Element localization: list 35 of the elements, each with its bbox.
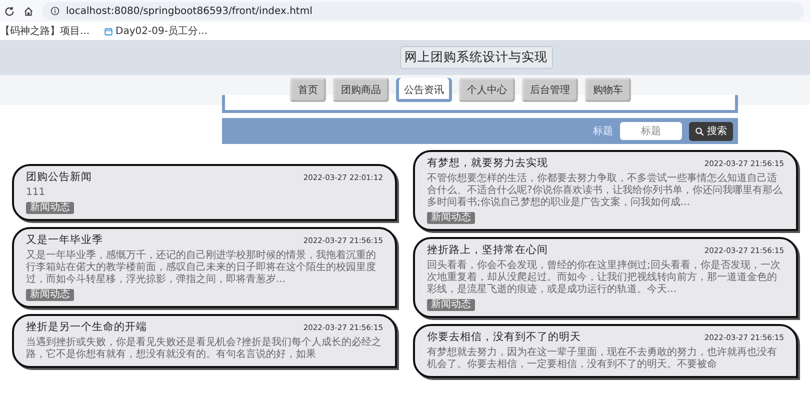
nav-tab[interactable]: 个人中心 (459, 78, 515, 102)
nav-tab[interactable]: 后台管理 (522, 78, 578, 102)
category-tag: 新闻动态 (26, 289, 74, 301)
news-title: 又是一年毕业季 (26, 233, 103, 247)
news-title: 有梦想，就要努力去实现 (427, 156, 548, 170)
news-summary: 又是一年毕业季，感慨万千，还记的自己刚进学校那时候的情景，我拖着沉重的行李箱站在偌大的教学楼前面，感叹自己未来的日子即将在这个陌生的校园里度过，而如今斗转星移，浮光掠影，弹指之间，即将青葱岁... (26, 250, 377, 286)
nav-tab[interactable]: 购物车 (585, 78, 631, 102)
bookmark[interactable]: Day02-09-员工分... (104, 24, 208, 38)
calendar-icon (104, 26, 113, 36)
site-title: 网上团购系统设计与实现 (400, 46, 552, 69)
info-icon[interactable] (50, 6, 60, 16)
news-summary: 有梦想就去努力，因为在这一辈子里面，现在不去勇敢的努力，也许就再也没有机会了。你要去相信，一定要相信，没有到不了的明天。不要被命 (427, 347, 778, 371)
news-title: 你要去相信，没有到不了的明天 (427, 330, 581, 344)
search-button[interactable]: 搜索 (689, 122, 733, 140)
home-icon[interactable] (23, 6, 34, 16)
news-summary: 回头看看，你会不会发现，曾经的你在这里摔倒过;回头看看，你是否发现，一次次地重复着，却从没爬起过。而如今，让我们把视线转向前方，那一道道金色的彩线，是流星飞逝的痕迹，或是成功运行的轨道。今天... (427, 260, 782, 296)
category-tag: 新闻动态 (26, 202, 74, 214)
news-summary: 111 (26, 187, 46, 199)
bookmark[interactable]: 【码神之路】项目... (0, 24, 90, 38)
news-title: 团购公告新闻 (26, 170, 92, 184)
search-field[interactable]: 标题 (620, 122, 682, 140)
category-tag: 新闻动态 (427, 212, 475, 224)
news-title: 挫折路上，坚持常在心间 (427, 243, 548, 257)
news-title: 挫折是另一个生命的开端 (26, 320, 147, 334)
reload-icon[interactable] (4, 6, 15, 16)
news-summary: 当遇到挫折或失败，你是看见失败还是看见机会?挫折是我们每个人成长的必经之路，它不是你想有就有，想没有就没有的。有句名言说的好，如果 (26, 337, 382, 361)
address-bar[interactable]: localhost:8080/springboot86593/front/index.html (42, 2, 804, 20)
nav-tab[interactable]: 团购商品 (333, 78, 389, 102)
search-icon (695, 126, 704, 136)
nav-tab[interactable]: 公告资讯 (396, 78, 452, 102)
search-label: 标题 (593, 124, 613, 138)
url-text: localhost:8080/springboot86593/front/index.html (66, 6, 312, 16)
nav-tab[interactable]: 首页 (290, 78, 326, 102)
category-tag: 新闻动态 (427, 299, 475, 311)
news-summary: 不管你想要怎样的生活，你都要去努力争取，不多尝试一些事情怎么知道自己适合什么、不适合什么呢?你说你喜欢读书，让我给你列书单，你还问我哪里有那么多时间看书;你说自己梦想的职业是广告文案，问我如何成... (427, 173, 784, 209)
